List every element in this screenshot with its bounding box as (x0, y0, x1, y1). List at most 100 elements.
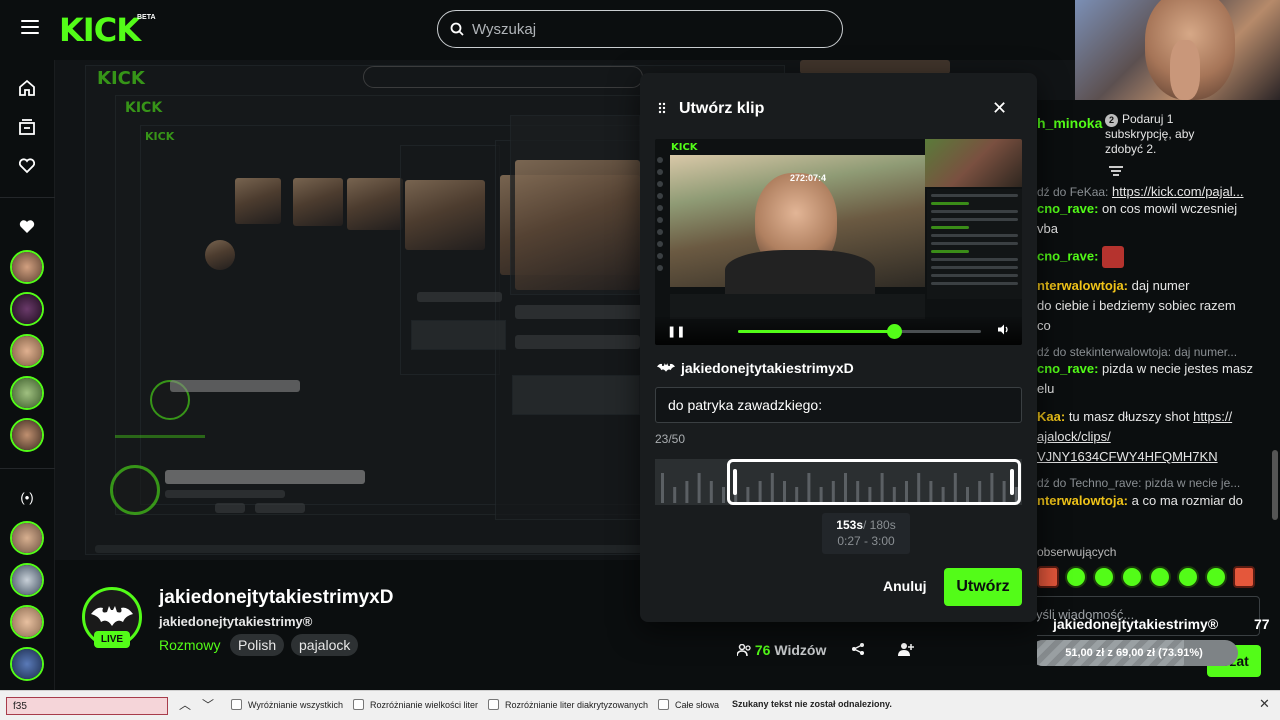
menu-icon[interactable] (21, 20, 39, 34)
search-input[interactable] (472, 20, 802, 38)
char-counter: 23/50 (655, 432, 686, 446)
timeline-start-handle[interactable] (733, 469, 738, 495)
recommended-channel-avatar[interactable] (10, 563, 44, 597)
clip-range: 0:27 - 3:00 (837, 534, 895, 548)
pause-icon[interactable]: ❚❚ (667, 325, 685, 338)
ghost-input (417, 292, 502, 302)
followers-only-label: obserwujących (1037, 545, 1117, 559)
drag-handle-icon[interactable] (658, 102, 666, 114)
emote-button[interactable] (1121, 566, 1143, 588)
ghost-timeline (512, 375, 640, 415)
sub-goal-text: 51,00 zł z 69,00 zł (73.91%) (1065, 647, 1203, 659)
clip-title-input[interactable] (655, 387, 1022, 423)
preview-webcam (925, 139, 1022, 187)
batman-logo-icon (91, 606, 133, 626)
find-option-match-diacritics[interactable]: Rozróżnianie liter diakrytyzowanych (488, 699, 648, 710)
find-input[interactable] (6, 697, 168, 715)
search-icon (450, 22, 464, 36)
ghost-thumbnail (405, 180, 485, 250)
streamer-name[interactable]: jakiedonejtytakiestrimyxD (159, 587, 393, 609)
find-next-icon[interactable]: ﹀ (202, 696, 214, 713)
viewer-count: 76 Widzów (736, 642, 826, 658)
timeline-selection[interactable] (727, 459, 1021, 505)
overlay-count: 77 (1254, 616, 1270, 632)
ghost-title (170, 380, 300, 392)
emote-button[interactable] (1065, 566, 1087, 588)
recommended-channel-avatar[interactable] (10, 521, 44, 555)
clip-timeline[interactable] (655, 459, 1022, 505)
ghost-avatar (205, 240, 235, 270)
ghost-tag (215, 503, 245, 513)
modal-title: Utwórz klip (679, 100, 765, 117)
timeline-end-handle[interactable] (1010, 469, 1014, 495)
follow-user-icon[interactable] (898, 642, 914, 660)
find-bar: ︿ ﹀ Wyróżnianie wszystkich Rozróżnianie … (0, 690, 1280, 720)
sidebar: (•) (0, 60, 55, 690)
waveform-bar (722, 487, 725, 503)
waveform-bar (673, 487, 677, 503)
create-clip-button[interactable]: Utwórz (944, 568, 1022, 606)
find-previous-icon[interactable]: ︿ (179, 696, 191, 713)
emote-button[interactable] (1093, 566, 1115, 588)
ghost-webcam (800, 60, 950, 74)
find-status: Szukany tekst nie został odnaleziony. (732, 699, 892, 709)
ghost-progress (115, 435, 205, 438)
browse-icon[interactable] (17, 118, 37, 138)
gift-count-badge: 2 (1105, 114, 1118, 127)
waveform-bar (661, 473, 664, 503)
share-icon[interactable] (851, 642, 865, 660)
emote-button[interactable] (1177, 566, 1199, 588)
preview-seekbar[interactable] (738, 324, 981, 339)
chat-filter-icon[interactable] (1109, 166, 1123, 181)
close-icon[interactable]: ✕ (992, 98, 1007, 119)
stream-tag[interactable]: Polish (230, 634, 285, 656)
webcam-overlay (1075, 0, 1280, 100)
followed-channel-avatar[interactable] (10, 418, 44, 452)
chat-message: dź do Techno_rave: pizda w necie je... (1037, 476, 1241, 490)
emote-button[interactable] (1037, 566, 1059, 588)
ghost-search (363, 66, 643, 88)
stream-tag[interactable]: pajalock (291, 634, 359, 656)
emote-button[interactable] (1233, 566, 1255, 588)
find-option-whole-words[interactable]: Całe słowa (658, 699, 719, 710)
find-option-match-case[interactable]: Rozróżnianie wielkości liter (353, 699, 478, 710)
waveform-bar (709, 481, 713, 503)
volume-icon[interactable] (998, 324, 1010, 338)
emote-button[interactable] (1205, 566, 1227, 588)
search-bar[interactable] (437, 10, 843, 48)
recommended-channel-avatar[interactable] (10, 605, 44, 639)
preview-sidebar (657, 157, 665, 297)
live-badge: LIVE (94, 631, 130, 648)
followed-channel-avatar[interactable] (10, 292, 44, 326)
gift-sub-promo[interactable]: 2 Podaruj 1 subskrypcję, aby zdobyć 2. (1105, 112, 1235, 157)
kick-logo[interactable]: KICK (59, 11, 141, 49)
create-clip-modal: Utwórz klip ✕ KICK 272:07:4 ❚❚ jakiedone… (640, 73, 1037, 622)
chat-header-user[interactable]: h_minoka (1037, 115, 1102, 131)
followed-channel-avatar[interactable] (10, 376, 44, 410)
chat-message: cno_rave: pizda w necie jestes masz elu (1037, 361, 1254, 396)
find-option-highlight-all[interactable]: Wyróżnianie wszystkich (231, 699, 343, 710)
home-icon[interactable] (17, 79, 37, 99)
following-icon[interactable] (17, 157, 37, 177)
recommended-channel-avatar[interactable] (10, 647, 44, 681)
chat-message: Kaa: tu masz dłuzszy shot https://ajaloc… (1037, 409, 1233, 464)
chat-panel: h_minoka 2 Podaruj 1 subskrypcję, aby zdo… (1037, 100, 1280, 690)
ghost-title (515, 305, 645, 319)
clip-preview[interactable]: KICK 272:07:4 ❚❚ (655, 139, 1022, 345)
cancel-button[interactable]: Anuluj (883, 578, 927, 594)
stream-title: jakiedonejtytakiestrimy® (159, 614, 313, 629)
followed-heart-icon (17, 218, 37, 238)
emote-button[interactable] (1149, 566, 1171, 588)
stream-category[interactable]: Rozmowy (159, 637, 220, 653)
chat-scrollbar[interactable] (1270, 180, 1278, 540)
followed-channel-avatar[interactable] (10, 250, 44, 284)
followed-channel-avatar[interactable] (10, 334, 44, 368)
seekbar-knob[interactable] (886, 324, 902, 339)
ghost-thumbnail (293, 178, 343, 226)
preview-video: 272:07:4 (670, 155, 925, 300)
chat-message: nterwalowtoja: daj numer do ciebie i bedz… (1037, 278, 1236, 333)
close-icon[interactable]: ✕ (1259, 696, 1270, 712)
ghost-thumbnail (235, 178, 281, 224)
ghost-logo: KICK (145, 130, 175, 143)
chat-link[interactable]: https://kick.com/pajal... (1112, 184, 1244, 199)
